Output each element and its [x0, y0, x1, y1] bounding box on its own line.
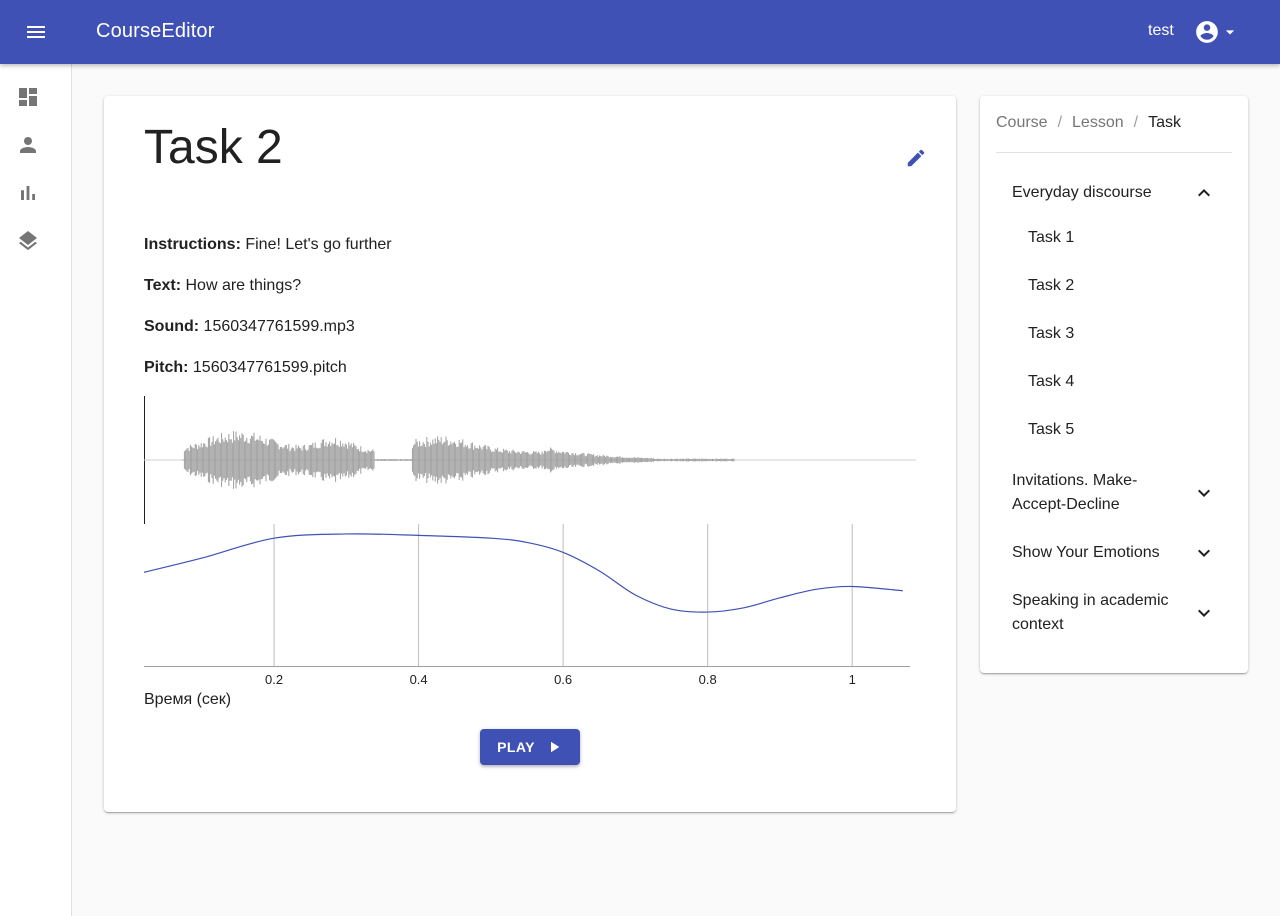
app-bar: CourseEditor test: [0, 0, 1280, 64]
text-label: Text:: [144, 277, 182, 294]
edit-pencil-icon: [907, 149, 925, 167]
section-label: Invitations. Make-Accept-Decline: [1012, 472, 1138, 513]
pitch-value: 1560347761599.pitch: [192, 359, 347, 376]
breadcrumb-separator: /: [1057, 114, 1063, 131]
pitch-tick-label: 0.8: [699, 672, 717, 687]
breadcrumb-divider: [996, 152, 1232, 153]
layers-icon: [19, 231, 37, 251]
account-menu-button[interactable]: [1194, 16, 1242, 48]
section-show-your-emotions[interactable]: Show Your Emotions: [996, 541, 1232, 565]
pitch-tick-labels: 0.2 0.4 0.6 0.8 1: [265, 672, 856, 687]
edit-button[interactable]: [902, 144, 930, 172]
instructions-label: Instructions:: [144, 236, 241, 253]
task-title: Task 2: [144, 121, 283, 174]
drawer-item-statistics[interactable]: [12, 177, 44, 209]
instructions-field: Instructions: Fine! Let's go further: [144, 236, 392, 254]
breadcrumb-course[interactable]: Course: [996, 114, 1048, 132]
sound-label: Sound:: [144, 318, 200, 335]
chevron-down-icon: [1192, 541, 1216, 565]
play-arrow-icon: [550, 741, 560, 753]
task-item-3[interactable]: Task 3: [1028, 325, 1074, 343]
drawer-item-users[interactable]: [12, 129, 44, 161]
sound-value: 1560347761599.mp3: [203, 318, 355, 335]
drawer-item-dashboard[interactable]: [12, 81, 44, 113]
play-button[interactable]: PLAY: [480, 729, 580, 765]
pitch-tick-label: 1: [849, 672, 856, 687]
task-card: Task 2 Instructions: Fine! Let's go furt…: [104, 96, 956, 812]
dashboard-icon: [19, 88, 37, 106]
pitch-tick-label: 0.2: [265, 672, 283, 687]
waveform-path: [181, 431, 735, 489]
pitch-tick-label: 0.4: [410, 672, 428, 687]
side-drawer: [0, 64, 72, 916]
section-label: Show Your Emotions: [1012, 544, 1160, 561]
task-item-2[interactable]: Task 2: [1028, 277, 1074, 295]
breadcrumb: Course / Lesson / Task: [996, 114, 1181, 132]
chevron-down-icon: [1192, 601, 1216, 625]
pitch-line: [144, 533, 903, 613]
audio-waveform[interactable]: [144, 396, 916, 524]
chevron-up-icon: [1192, 181, 1216, 205]
waveform-bars: [181, 431, 735, 489]
pitch-field: Pitch: 1560347761599.pitch: [144, 359, 347, 377]
chevron-down-icon: [1192, 481, 1216, 505]
breadcrumb-lesson[interactable]: Lesson: [1072, 114, 1124, 132]
menu-icon: [27, 26, 45, 38]
section-speaking-academic[interactable]: Speaking in academic context: [996, 589, 1232, 637]
section-invitations[interactable]: Invitations. Make-Accept-Decline: [996, 469, 1232, 517]
person-icon: [20, 137, 36, 153]
section-label: Everyday discourse: [1012, 184, 1152, 201]
username: test: [1148, 22, 1174, 39]
pitch-chart: 0.2 0.4 0.6 0.8 1 Время (сек): [144, 524, 910, 708]
section-label: Speaking in academic context: [1012, 592, 1169, 633]
pitch-tick-label: 0.6: [554, 672, 572, 687]
text-value: How are things?: [185, 277, 302, 294]
drawer-item-layers[interactable]: [12, 225, 44, 257]
section-everyday-discourse[interactable]: Everyday discourse: [996, 181, 1232, 205]
course-navigation-card: Course / Lesson / Task Everyday discours…: [980, 96, 1248, 673]
play-button-label: PLAY: [497, 739, 535, 755]
account-circle-icon: [1196, 21, 1218, 43]
pitch-grid: [273, 524, 853, 666]
text-field: Text: How are things?: [144, 277, 301, 295]
task-item-4[interactable]: Task 4: [1028, 373, 1074, 391]
pitch-x-axis-label: Время (сек): [144, 691, 231, 708]
breadcrumb-task: Task: [1148, 114, 1181, 131]
sound-field: Sound: 1560347761599.mp3: [144, 318, 355, 336]
arrow-drop-down-icon: [1225, 30, 1235, 35]
task-item-1[interactable]: Task 1: [1028, 229, 1074, 247]
pitch-label: Pitch:: [144, 359, 189, 376]
menu-button[interactable]: [16, 14, 56, 50]
task-item-5[interactable]: Task 5: [1028, 421, 1074, 439]
instructions-value: Fine! Let's go further: [245, 236, 392, 253]
app-title: CourseEditor: [96, 20, 215, 42]
bar-chart-icon: [21, 186, 35, 200]
breadcrumb-separator: /: [1133, 114, 1139, 131]
